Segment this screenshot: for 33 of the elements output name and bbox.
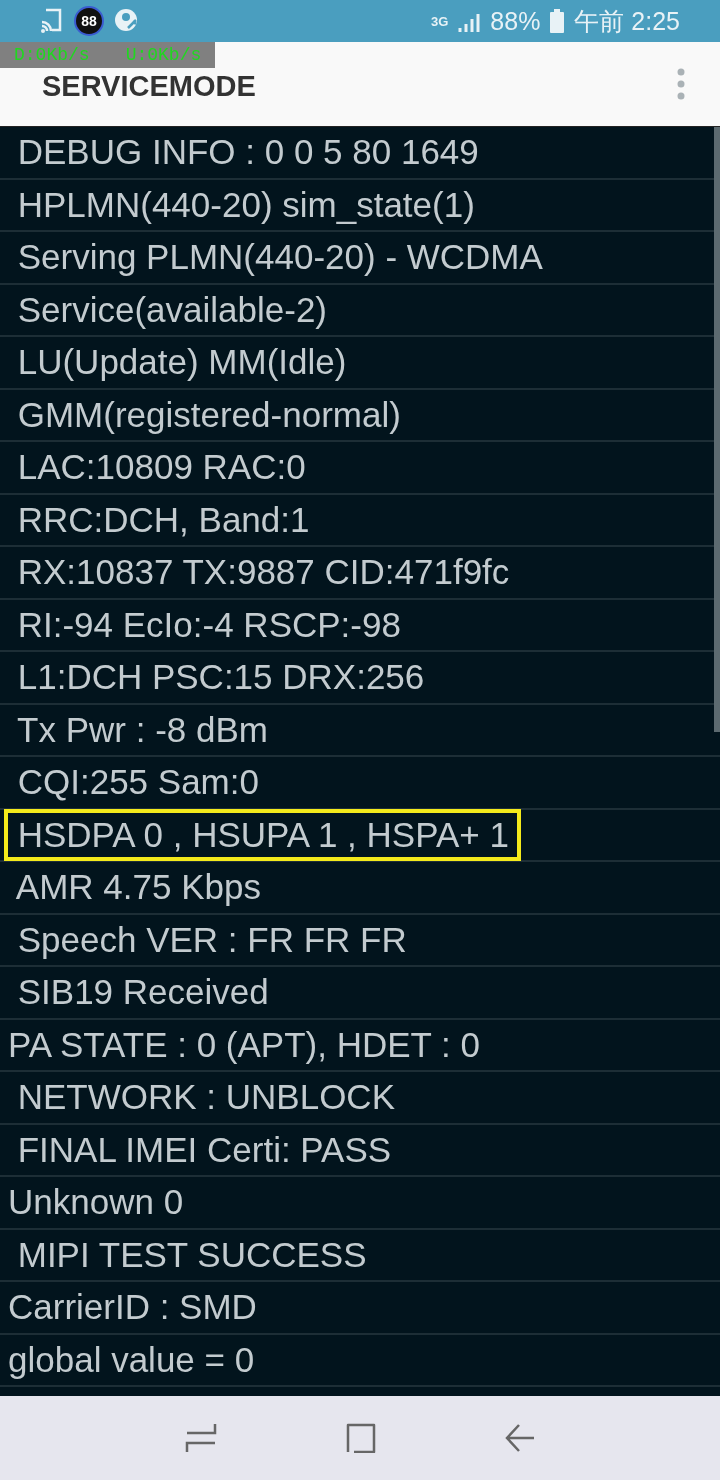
info-line: Service(available-2) — [16, 288, 329, 331]
info-line: L1:DCH PSC:15 DRX:256 — [16, 656, 426, 699]
upload-speed: U:0Kb/s — [125, 45, 202, 65]
info-line: global value = 0 — [7, 1338, 256, 1381]
download-speed: D:0Kb/s — [14, 45, 90, 65]
info-line: MIPI TEST SUCCESS — [16, 1233, 368, 1276]
notification-badge: 88 — [74, 6, 104, 36]
battery-icon — [550, 9, 565, 33]
info-line: CQI:255 Sam:0 — [16, 761, 260, 804]
person-key-icon — [114, 8, 140, 34]
clock: 午前 2:25 — [574, 5, 680, 37]
info-line: FINAL IMEI Certi: PASS — [16, 1128, 393, 1171]
info-line: PA STATE : 0 (APT), HDET : 0 — [7, 1023, 481, 1066]
info-line: AMR 4.75 Kbps — [14, 866, 262, 909]
info-line: LU(Update) MM(Idle) — [16, 341, 348, 384]
info-line: LAC:10809 RAC:0 — [16, 446, 307, 489]
cast-icon — [40, 8, 64, 34]
battery-percent: 88% — [490, 6, 541, 36]
info-line: RI:-94 EcIo:-4 RSCP:-98 — [16, 603, 402, 646]
info-line: Serving PLMN(440-20) - WCDMA — [16, 236, 544, 279]
info-line: RX:10837 TX:9887 CID:471f9fc — [16, 551, 511, 594]
info-line: GMM(registered-normal) — [16, 393, 402, 436]
info-line: Unknown 0 — [7, 1181, 185, 1224]
info-line: RRC:DCH, Band:1 — [16, 498, 311, 541]
info-line: NETWORK : UNBLOCK — [16, 1076, 396, 1119]
network-type: 3G — [431, 13, 449, 29]
app-title: SERVICEMODE — [42, 69, 256, 103]
info-line: CarrierID : SMD — [7, 1286, 258, 1329]
info-line: DEBUG INFO : 0 0 5 80 1649 — [16, 131, 480, 174]
info-line: HPLMN(440-20) sim_state(1) — [16, 183, 476, 226]
info-line: Speech VER : FR FR FR — [16, 918, 408, 961]
info-line: SIB19 Received — [16, 971, 270, 1014]
info-line: Tx Pwr : -8 dBm — [16, 708, 269, 751]
